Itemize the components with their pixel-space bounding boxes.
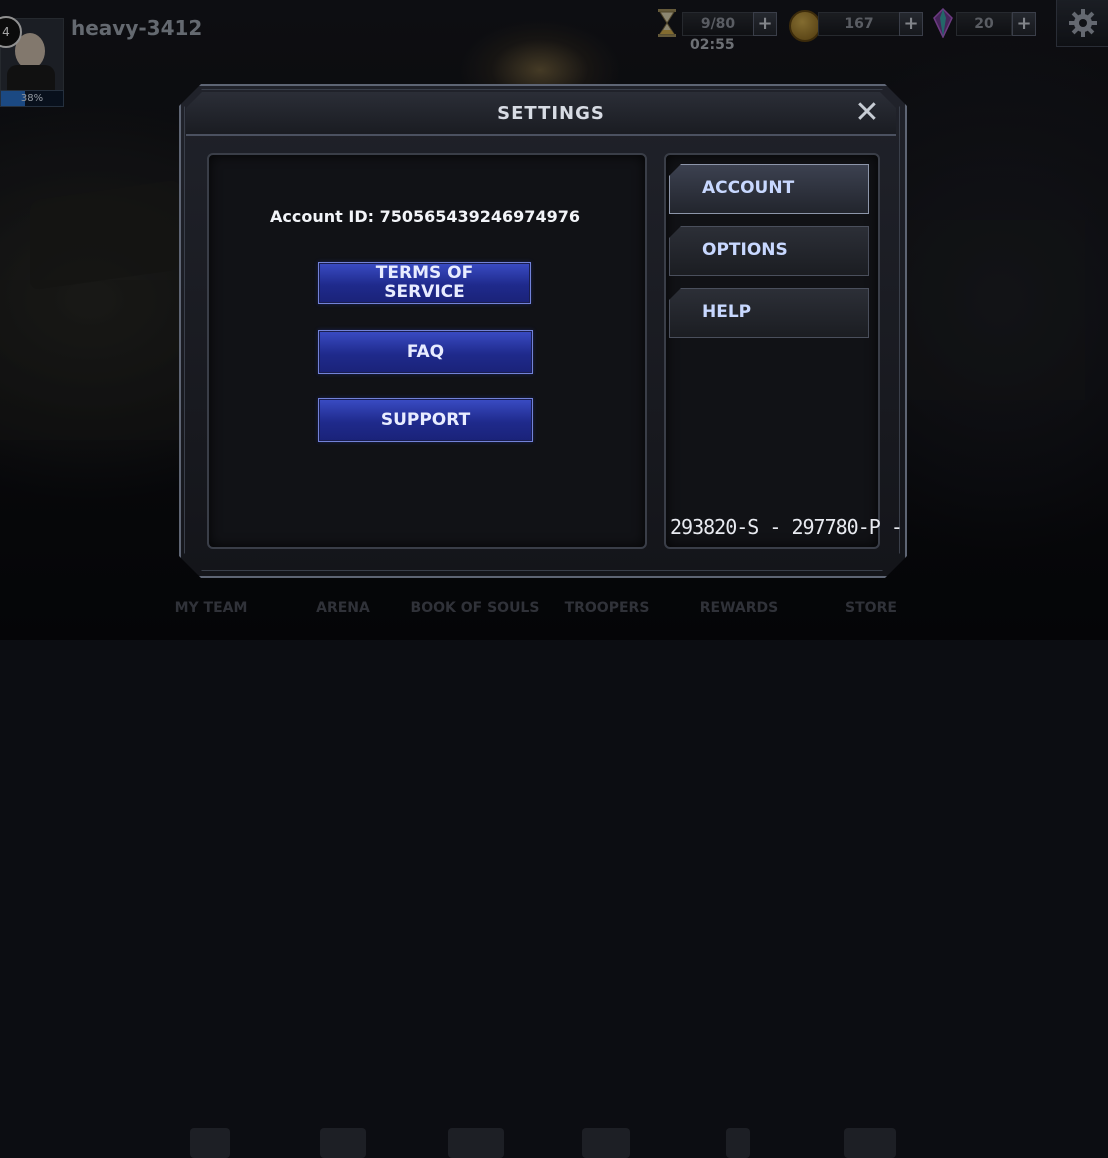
tab-options[interactable]: OPTIONS <box>669 226 869 276</box>
support-button[interactable]: SUPPORT <box>318 398 533 442</box>
terms-of-service-button[interactable]: TERMS OF SERVICE <box>318 262 531 304</box>
close-button[interactable]: ✕ <box>852 98 882 129</box>
arena-icon <box>320 1128 366 1158</box>
tab-help[interactable]: HELP <box>669 288 869 338</box>
store-icon <box>844 1128 896 1158</box>
dialog-title: SETTINGS <box>497 103 605 124</box>
rewards-icon <box>726 1128 750 1158</box>
my-team-icon <box>190 1128 230 1158</box>
tab-account[interactable]: ACCOUNT <box>669 164 869 214</box>
faq-button[interactable]: FAQ <box>318 330 533 374</box>
troopers-icon <box>582 1128 630 1158</box>
version-text: 293820-S - 297780-P - <box>670 515 903 539</box>
book-icon <box>448 1128 504 1158</box>
account-id: Account ID: 750565439246974976 <box>270 207 580 226</box>
